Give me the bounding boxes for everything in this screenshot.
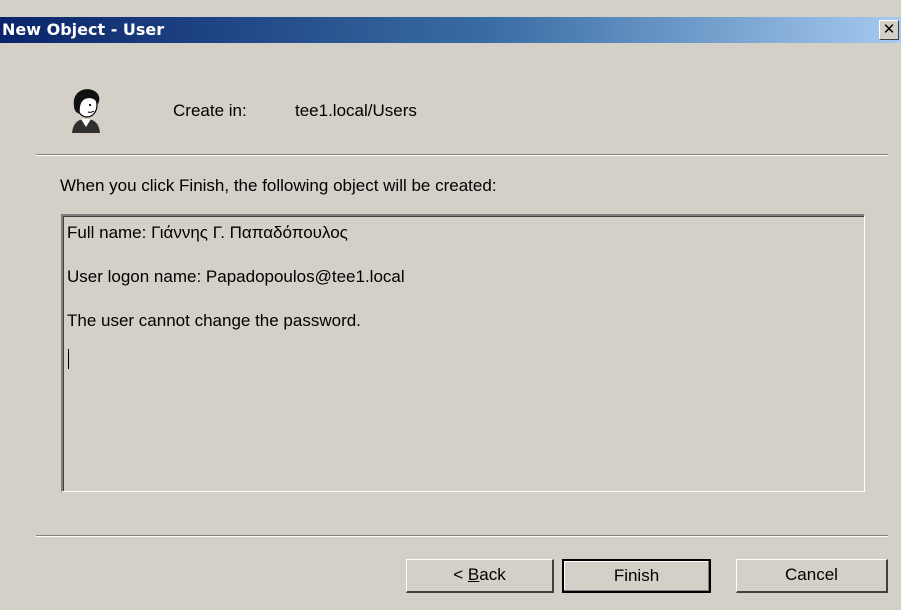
summary-full-name: Full name: Γιάννης Γ. Παπαδόπουλος <box>67 223 348 242</box>
intro-text: When you click Finish, the following obj… <box>60 176 497 195</box>
create-in-path: tee1.local/Users <box>295 101 417 120</box>
cancel-button-label: Cancel <box>785 565 838 584</box>
title-bar[interactable]: New Object - User ✕ <box>0 17 901 43</box>
back-button-rest: ack <box>479 565 506 584</box>
create-in-label: Create in: <box>173 101 247 120</box>
finish-button[interactable]: Finish <box>562 559 711 593</box>
cancel-button[interactable]: Cancel <box>736 559 888 593</box>
text-caret <box>68 349 69 369</box>
back-button-mnemonic: B <box>467 565 480 584</box>
separator-bottom <box>36 535 888 537</box>
back-button-prefix: < <box>453 565 468 584</box>
user-icon <box>72 89 100 133</box>
finish-button-label: Finish <box>613 566 660 585</box>
summary-logon-name: User logon name: Papadopoulos@tee1.local <box>67 267 405 286</box>
back-button[interactable]: < Back <box>406 559 554 593</box>
close-icon: ✕ <box>882 20 896 38</box>
separator-top <box>36 154 888 156</box>
close-button[interactable]: ✕ <box>879 20 899 40</box>
window-title: New Object - User <box>2 20 165 39</box>
new-user-dialog: New Object - User ✕ Create in: tee1.loca… <box>0 0 901 610</box>
summary-password-note: The user cannot change the password. <box>67 311 361 330</box>
summary-text-box[interactable]: Full name: Γιάννης Γ. Παπαδόπουλος User … <box>61 214 865 492</box>
